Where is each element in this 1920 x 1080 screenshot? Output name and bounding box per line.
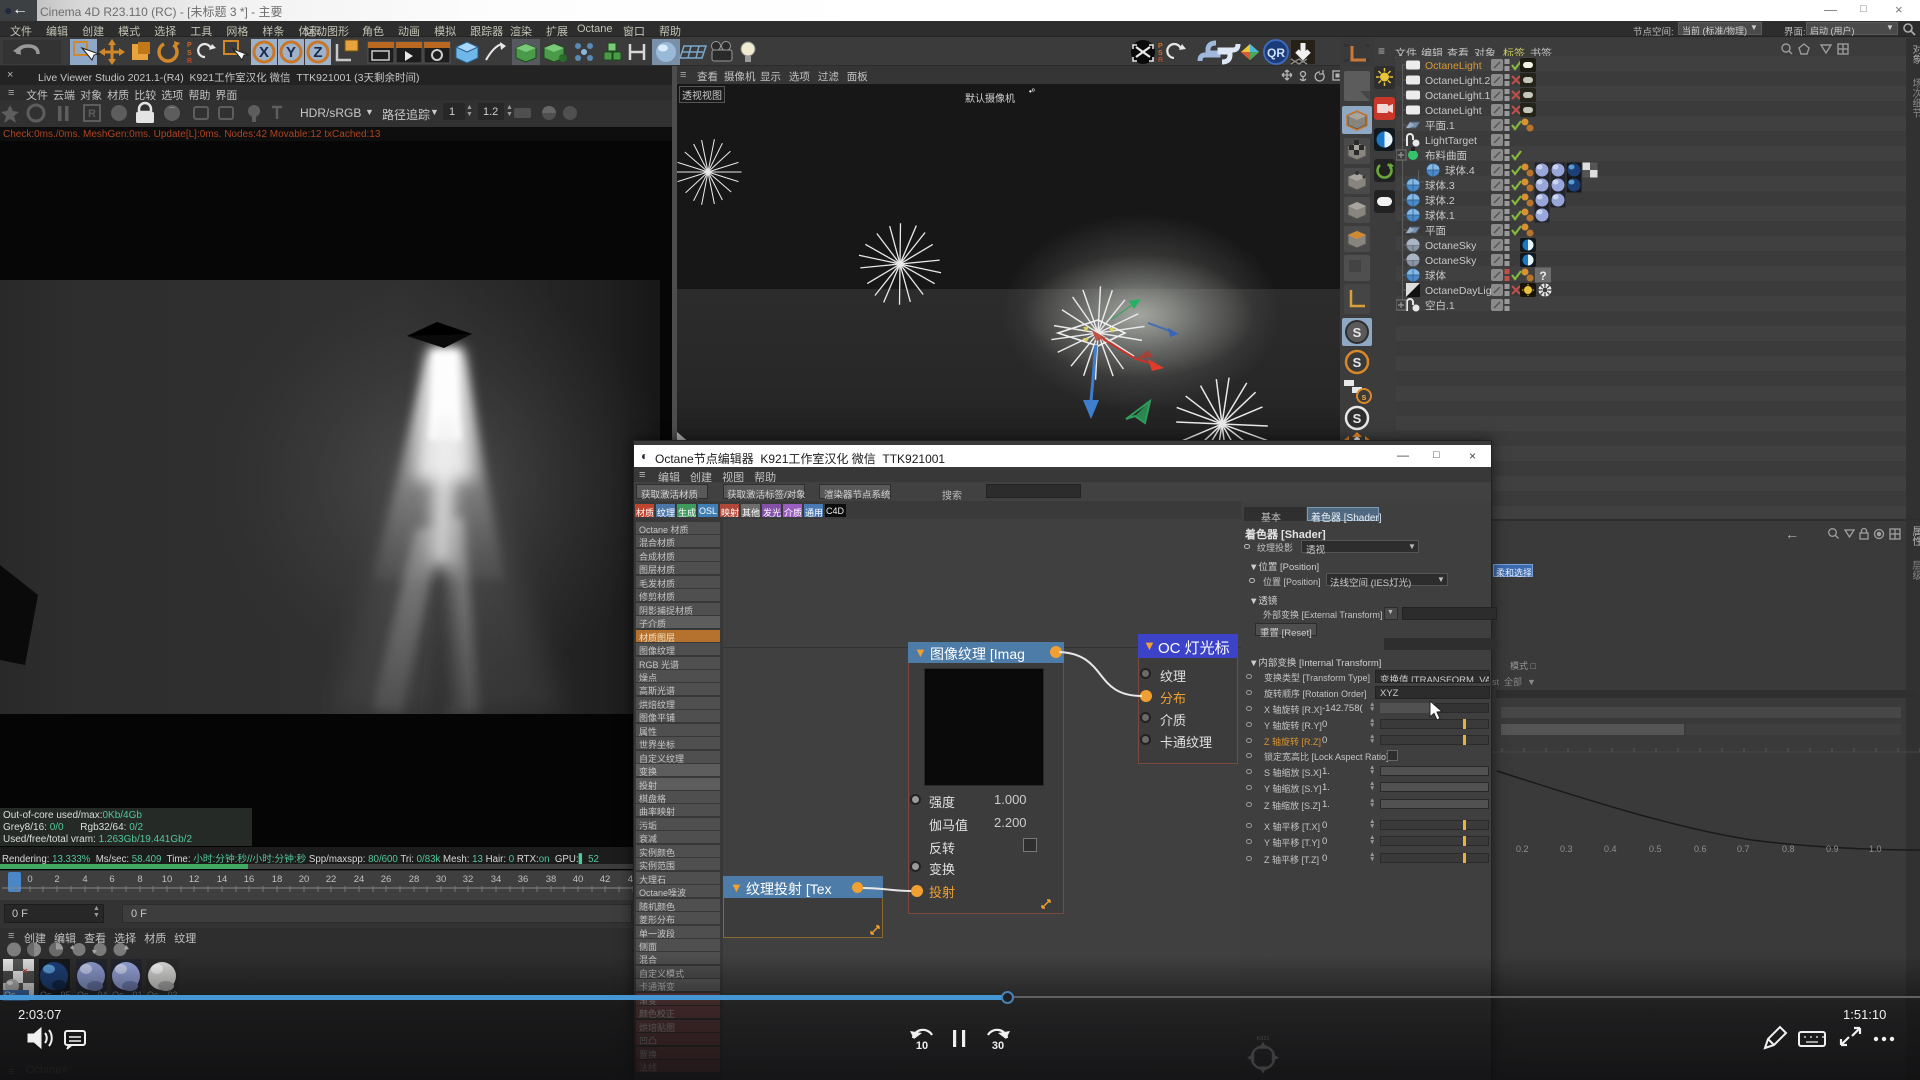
svg-text:4: 4: [82, 874, 87, 885]
svg-text:32: 32: [463, 874, 474, 885]
svg-text:0.9: 0.9: [1826, 844, 1839, 854]
svg-text:R: R: [1158, 57, 1163, 64]
svg-text:S: S: [1158, 50, 1163, 57]
svg-text:球体: 球体: [1425, 269, 1447, 282]
svg-text:OctaneSky: OctaneSky: [1425, 240, 1477, 252]
svg-text:空白.1: 空白.1: [1425, 299, 1455, 312]
svg-text:18: 18: [272, 874, 283, 885]
svg-text:球体.4: 球体.4: [1445, 164, 1475, 177]
svg-text:?: ?: [1539, 269, 1546, 283]
svg-text:6: 6: [109, 874, 114, 885]
svg-text:14: 14: [217, 874, 228, 885]
svg-text:24: 24: [354, 874, 365, 885]
svg-text:16: 16: [244, 874, 255, 885]
svg-text:QR: QR: [1267, 46, 1285, 60]
svg-text:0: 0: [27, 874, 32, 885]
svg-text:OctaneLight.2: OctaneLight.2: [1425, 75, 1491, 87]
svg-text:S: S: [1353, 355, 1362, 370]
svg-text:OctaneSky: OctaneSky: [1425, 255, 1477, 267]
svg-text:8: 8: [137, 874, 142, 885]
svg-text:36: 36: [518, 874, 529, 885]
svg-text:球体.1: 球体.1: [1425, 209, 1455, 222]
svg-text:P: P: [1158, 43, 1163, 50]
svg-text:0.3: 0.3: [1560, 844, 1573, 854]
svg-text:10: 10: [916, 1040, 928, 1052]
svg-text:平面: 平面: [1425, 225, 1446, 237]
svg-text:OctaneLight: OctaneLight: [1425, 105, 1482, 117]
svg-text:0.5: 0.5: [1649, 844, 1662, 854]
svg-text:2: 2: [54, 874, 59, 885]
svg-text:26: 26: [381, 874, 392, 885]
svg-text:R: R: [187, 58, 192, 65]
svg-text:布料曲面: 布料曲面: [1425, 149, 1467, 162]
svg-text:12: 12: [189, 874, 200, 885]
svg-text:40: 40: [573, 874, 584, 885]
svg-text:R: R: [88, 108, 96, 120]
svg-text:0.4: 0.4: [1604, 844, 1617, 854]
svg-text:S: S: [1353, 411, 1362, 426]
svg-text:Z: Z: [313, 44, 322, 61]
svg-text:K921: K921: [1256, 1036, 1269, 1042]
svg-text:0.7: 0.7: [1737, 844, 1750, 854]
svg-text:S: S: [187, 50, 192, 57]
svg-text:1.0: 1.0: [1869, 844, 1882, 854]
svg-text:28: 28: [409, 874, 420, 885]
svg-text:P: P: [187, 42, 192, 49]
svg-text:42: 42: [600, 874, 611, 885]
svg-text:30: 30: [436, 874, 447, 885]
svg-text:LightTarget: LightTarget: [1425, 135, 1477, 147]
svg-text:球体.3: 球体.3: [1425, 179, 1455, 192]
svg-text:Y: Y: [286, 44, 296, 61]
svg-text:S: S: [1353, 325, 1362, 340]
svg-text:0.6: 0.6: [1694, 844, 1707, 854]
svg-text:38: 38: [546, 874, 557, 885]
svg-text:10: 10: [162, 874, 173, 885]
svg-text:s: s: [1361, 392, 1366, 402]
svg-text:平面.1: 平面.1: [1425, 120, 1455, 132]
svg-text:30: 30: [992, 1040, 1004, 1052]
svg-text:22: 22: [326, 874, 337, 885]
svg-text:34: 34: [491, 874, 502, 885]
svg-text:20: 20: [299, 874, 310, 885]
svg-text:OctaneLight: OctaneLight: [1425, 60, 1482, 72]
svg-text:X: X: [259, 44, 269, 61]
svg-text:球体.2: 球体.2: [1425, 194, 1455, 207]
svg-text:0.8: 0.8: [1782, 844, 1795, 854]
svg-text:OctaneDayLight: OctaneDayLight: [1425, 285, 1500, 297]
svg-text:0.2: 0.2: [1516, 844, 1529, 854]
svg-text:OctaneLight.1: OctaneLight.1: [1425, 90, 1491, 102]
